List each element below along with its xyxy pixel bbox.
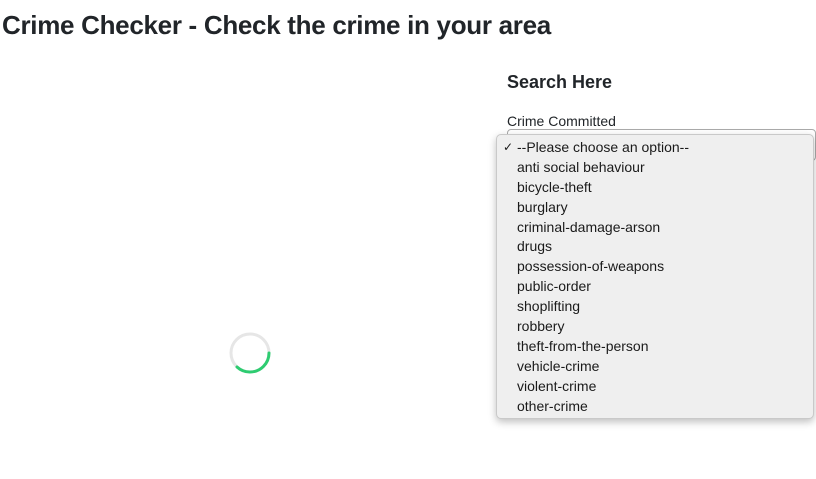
dropdown-option-violent-crime[interactable]: violent-crime [497, 377, 813, 397]
loading-spinner-icon [229, 332, 271, 374]
option-label: public-order [517, 278, 591, 295]
option-label: shoplifting [517, 298, 581, 315]
dropdown-option-burglary[interactable]: burglary [497, 198, 813, 218]
dropdown-option-criminal-damage-arson[interactable]: criminal-damage-arson [497, 218, 813, 238]
dropdown-option-theft-from-the-person[interactable]: theft-from-the-person [497, 337, 813, 357]
page: Crime Checker - Check the crime in your … [0, 0, 816, 479]
option-label: criminal-damage-arson [517, 218, 661, 235]
option-label: possession-of-weapons [517, 258, 665, 275]
search-panel: Search Here Crime Committed ▼ [507, 72, 816, 161]
option-label: theft-from-the-person [517, 337, 649, 354]
crime-committed-label: Crime Committed [507, 113, 616, 129]
option-label: other-crime [517, 397, 588, 414]
dropdown-option-other-crime[interactable]: other-crime [497, 397, 813, 417]
crime-options-dropdown: ✓ --Please choose an option-- anti socia… [496, 134, 814, 419]
dropdown-option-bicycle-theft[interactable]: bicycle-theft [497, 178, 813, 198]
option-label: violent-crime [517, 377, 597, 394]
search-heading: Search Here [507, 72, 613, 92]
option-label: robbery [517, 318, 565, 335]
option-label: vehicle-crime [517, 357, 600, 374]
option-label: burglary [517, 198, 568, 215]
page-title: Crime Checker - Check the crime in your … [2, 10, 551, 40]
dropdown-option-anti-social-behaviour[interactable]: anti social behaviour [497, 158, 813, 178]
dropdown-option-vehicle-crime[interactable]: vehicle-crime [497, 357, 813, 377]
dropdown-option-shoplifting[interactable]: shoplifting [497, 297, 813, 317]
dropdown-option-robbery[interactable]: robbery [497, 317, 813, 337]
option-label: anti social behaviour [517, 158, 645, 175]
dropdown-option-public-order[interactable]: public-order [497, 277, 813, 297]
option-label: bicycle-theft [517, 178, 592, 195]
option-label: drugs [517, 238, 553, 255]
dropdown-option-drugs[interactable]: drugs [497, 237, 813, 257]
dropdown-option-possession-of-weapons[interactable]: possession-of-weapons [497, 257, 813, 277]
option-label: --Please choose an option-- [517, 139, 689, 155]
checkmark-icon: ✓ [503, 140, 514, 154]
dropdown-option-placeholder[interactable]: ✓ --Please choose an option-- [497, 138, 813, 158]
